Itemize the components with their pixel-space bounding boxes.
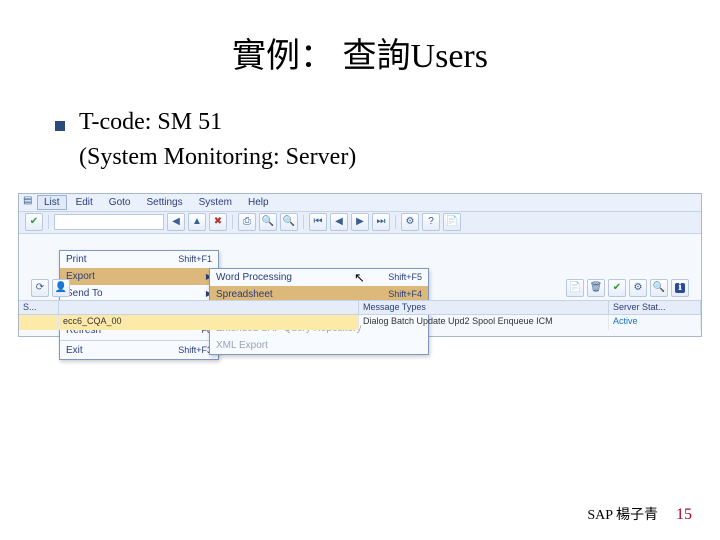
find-next-icon[interactable]: 🔍 (280, 213, 298, 231)
tool-c-icon[interactable]: ✔ (608, 279, 626, 297)
grid-header-message-types[interactable]: Message Types (359, 301, 609, 314)
footer-page-number: 15 (676, 506, 692, 524)
window-menu-icon[interactable]: ▤ (23, 196, 35, 208)
tool-d-icon[interactable]: ⚙ (629, 279, 647, 297)
cancel-icon[interactable]: ✖ (209, 213, 227, 231)
tool-b-icon[interactable]: 🗑 (587, 279, 605, 297)
grid-row[interactable]: ecc6_CQA_00 Dialog Batch Update Upd2 Spo… (19, 315, 701, 330)
first-page-icon[interactable]: ⏮ (309, 213, 327, 231)
bullet-square-icon (55, 121, 65, 131)
menu-separator (60, 340, 218, 341)
toolbar-separator (232, 215, 233, 229)
grid-header: S... Message Types Server Stat... (19, 300, 701, 315)
last-page-icon[interactable]: ⏭ (372, 213, 390, 231)
refresh-icon[interactable]: ⟳ (31, 279, 49, 297)
help-icon[interactable]: ? (422, 213, 440, 231)
toolbar-separator (48, 215, 49, 229)
bullet-text-tcode: T-code: SM 51 (79, 105, 222, 140)
grid-header-sel[interactable]: S... (19, 301, 59, 314)
sap-window: ▤ List Edit Goto Settings System Help ✔ … (18, 193, 702, 337)
menu-goto[interactable]: Goto (102, 195, 138, 210)
find-icon[interactable]: 🔍 (259, 213, 277, 231)
grid-cell-status[interactable]: Active (609, 315, 701, 330)
slide-title: 實例： 查詢Users (0, 0, 720, 77)
prev-page-icon[interactable]: ◀ (330, 213, 348, 231)
slide-footer: SAP 楊子青 15 (587, 504, 692, 524)
bullet-text-desc: (System Monitoring: Server) (79, 140, 720, 175)
menubar: ▤ List Edit Goto Settings System Help (19, 194, 701, 212)
tool-a-icon[interactable]: 📄 (566, 279, 584, 297)
tool-e-icon[interactable]: 🔍 (650, 279, 668, 297)
grid-cell-server[interactable]: ecc6_CQA_00 (59, 315, 359, 330)
app-toolbar: ⟳ 👤 📄 🗑 ✔ ⚙ 🔍 ℹ (31, 278, 689, 298)
grid-header-blank[interactable] (59, 301, 359, 314)
info-icon[interactable]: ℹ (671, 279, 689, 297)
menu-item-print[interactable]: PrintShift+F1 (60, 251, 218, 268)
toolbar-separator (395, 215, 396, 229)
menu-item-exit[interactable]: ExitShift+F3 (60, 342, 218, 359)
back-icon[interactable]: ◀ (167, 213, 185, 231)
grid-header-server-stat[interactable]: Server Stat... (609, 301, 701, 314)
menu-system[interactable]: System (192, 195, 239, 210)
alv-grid: S... Message Types Server Stat... ecc6_C… (19, 300, 701, 336)
user-icon[interactable]: 👤 (52, 279, 70, 297)
grid-cell-msgtypes: Dialog Batch Update Upd2 Spool Enqueue I… (359, 315, 609, 330)
grid-cell-sel[interactable] (19, 315, 59, 330)
layout-icon[interactable]: ⚙ (401, 213, 419, 231)
exit-icon[interactable]: ▲ (188, 213, 206, 231)
content-area: PrintShift+F1 Export▶ Send To▶ SendShift… (19, 234, 701, 336)
save-icon[interactable]: ✔ (25, 213, 43, 231)
menu-edit[interactable]: Edit (69, 195, 100, 210)
menu-list[interactable]: List (37, 195, 67, 210)
print-icon[interactable]: ⎙ (238, 213, 256, 231)
standard-toolbar: ✔ ◀ ▲ ✖ ⎙ 🔍 🔍 ⏮ ◀ ▶ ⏭ ⚙ ? 📄 (19, 212, 701, 234)
menu-settings[interactable]: Settings (139, 195, 189, 210)
menu-help[interactable]: Help (241, 195, 276, 210)
toolbar-separator (303, 215, 304, 229)
submenu-item-xml-export: XML Export (210, 337, 428, 354)
footer-author: SAP 楊子青 (587, 504, 658, 524)
next-page-icon[interactable]: ▶ (351, 213, 369, 231)
command-field[interactable] (54, 214, 164, 230)
customize-icon[interactable]: 📄 (443, 213, 461, 231)
bullet-block: T-code: SM 51 (System Monitoring: Server… (55, 105, 720, 175)
